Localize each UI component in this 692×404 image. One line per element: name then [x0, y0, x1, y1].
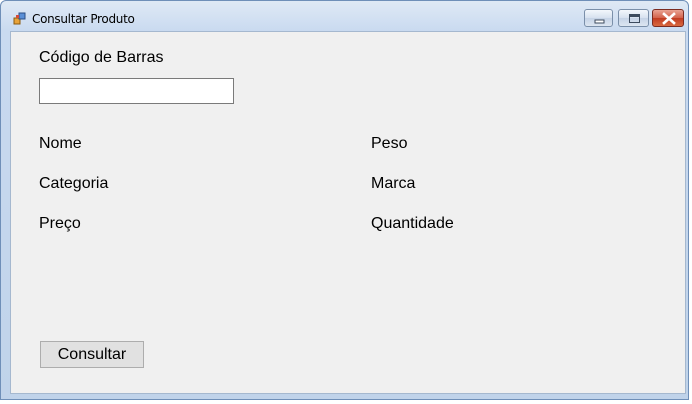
price-label: Preço — [39, 215, 81, 232]
title-bar[interactable]: Consultar Produto — [1, 1, 688, 31]
app-window: Consultar Produto Código de Barras Nome … — [0, 0, 689, 400]
maximize-icon — [629, 14, 640, 23]
app-icon — [13, 12, 26, 25]
window-title: Consultar Produto — [32, 12, 135, 26]
form-client-area: Código de Barras Nome Categoria Preço Pe… — [10, 31, 686, 394]
name-label: Nome — [39, 135, 82, 152]
barcode-label: Código de Barras — [39, 49, 164, 66]
consult-button[interactable]: Consultar — [40, 341, 144, 368]
category-label: Categoria — [39, 175, 109, 192]
close-icon — [662, 12, 676, 25]
weight-label: Peso — [371, 135, 408, 152]
minimize-icon — [594, 19, 605, 24]
close-button[interactable] — [652, 9, 684, 27]
maximize-button[interactable] — [618, 9, 649, 27]
brand-label: Marca — [371, 175, 416, 192]
barcode-input[interactable] — [39, 78, 234, 104]
quantity-label: Quantidade — [371, 215, 454, 232]
minimize-button[interactable] — [584, 9, 613, 27]
